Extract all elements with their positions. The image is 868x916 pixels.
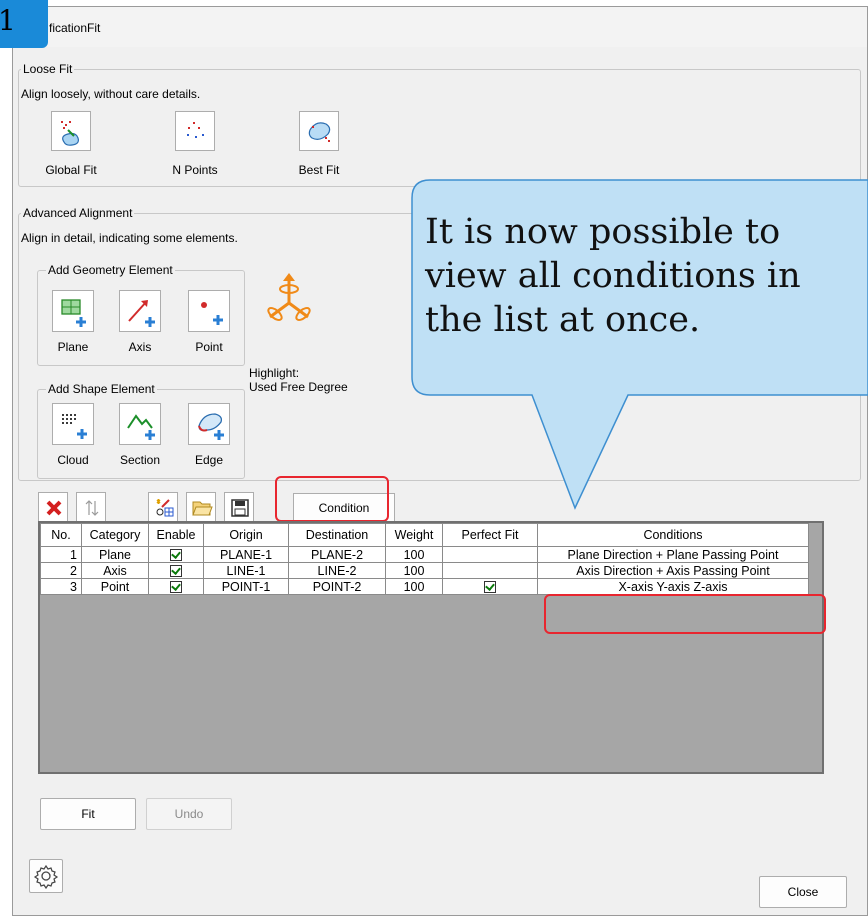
callout-line-3: the list at once. [425, 300, 701, 340]
callout-bubble [411, 179, 868, 510]
callout-line-2: view all conditions in [425, 256, 801, 296]
callout-text: It is now possible to view all condition… [425, 210, 801, 342]
callout-line-1: It is now possible to [425, 212, 781, 252]
